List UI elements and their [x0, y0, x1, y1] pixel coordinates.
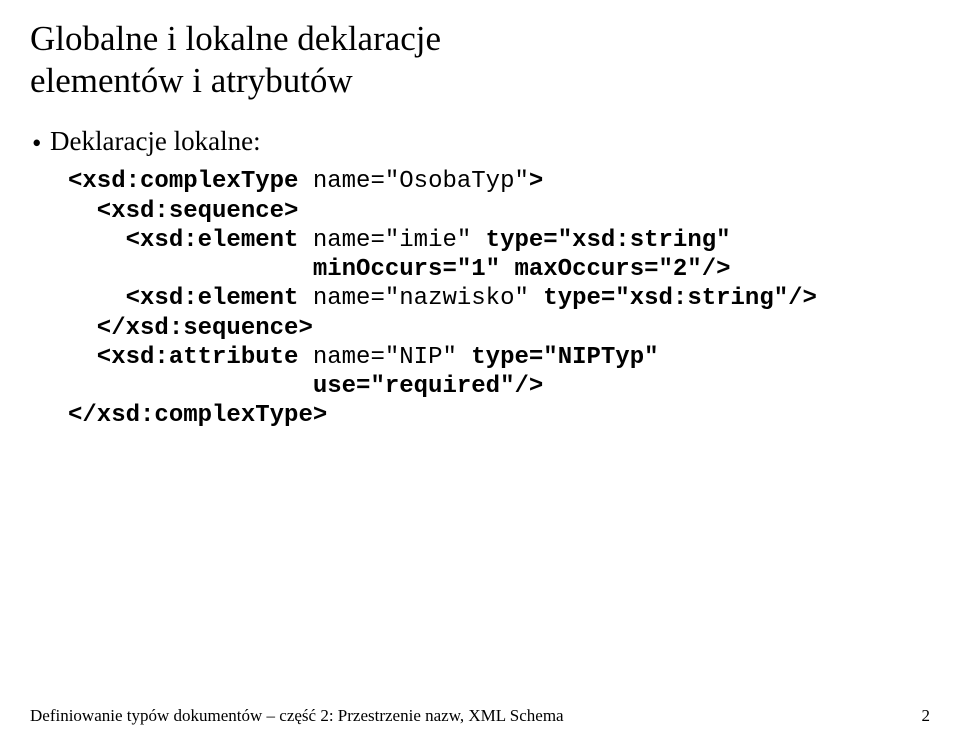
code-l3c: type="xsd:string"	[471, 227, 730, 254]
code-l9: </xsd:complexType>	[68, 402, 327, 429]
title-line-2: elementów i atrybutów	[30, 61, 353, 100]
footer: Definiowanie typów dokumentów – część 2:…	[30, 706, 930, 726]
code-l1c: >	[529, 168, 543, 195]
code-l7b: name="NIP"	[313, 344, 457, 371]
bullet-dot-icon: •	[32, 126, 50, 161]
bullet-label: Deklaracje lokalne:	[50, 126, 261, 156]
code-block: <xsd:complexType name="OsobaTyp"> <xsd:s…	[30, 167, 930, 430]
code-l5c: type="xsd:string"/>	[529, 285, 817, 312]
code-l5b: name="nazwisko"	[313, 285, 529, 312]
code-l5a: <xsd:element	[68, 285, 313, 312]
code-l8: use="required"/>	[68, 373, 543, 400]
slide-title: Globalne i lokalne deklaracje elementów …	[30, 18, 930, 102]
code-l2: <xsd:sequence>	[68, 198, 298, 225]
code-l7c: type="NIPTyp"	[457, 344, 659, 371]
code-l3b: name="imie"	[313, 227, 471, 254]
code-l1a: <xsd:complexType	[68, 168, 313, 195]
code-l6: </xsd:sequence>	[68, 315, 313, 342]
bullet-item: •Deklaracje lokalne:	[30, 124, 930, 161]
page-number: 2	[922, 706, 931, 726]
code-l1b: name="OsobaTyp"	[313, 168, 529, 195]
code-l3a: <xsd:element	[68, 227, 313, 254]
code-l4: minOccurs="1" maxOccurs="2"/>	[68, 256, 731, 283]
code-l7a: <xsd:attribute	[68, 344, 313, 371]
title-line-1: Globalne i lokalne deklaracje	[30, 19, 441, 58]
footer-text: Definiowanie typów dokumentów – część 2:…	[30, 706, 564, 726]
